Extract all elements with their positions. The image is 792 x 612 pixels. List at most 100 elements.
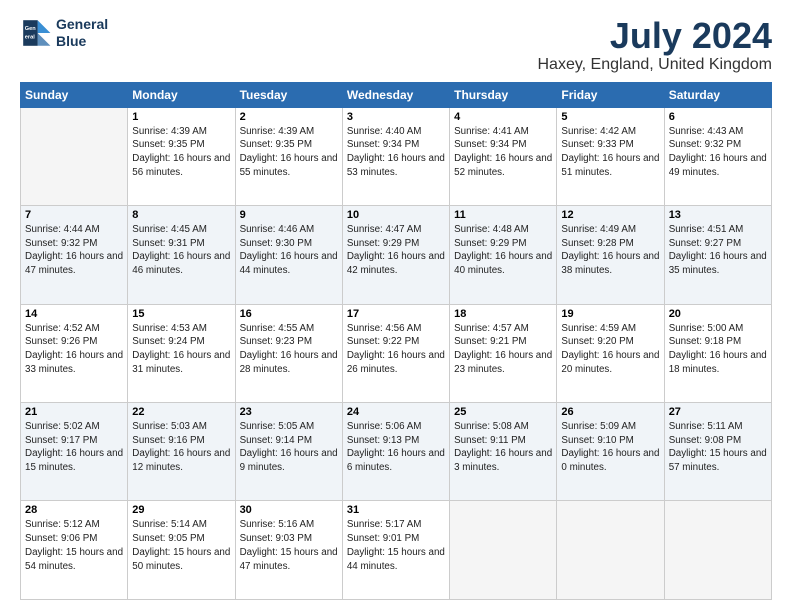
calendar-cell: 31Sunrise: 5:17 AMSunset: 9:01 PMDayligh… [342, 501, 449, 600]
day-info: Sunrise: 4:57 AMSunset: 9:21 PMDaylight:… [454, 322, 552, 377]
day-number: 11 [454, 209, 552, 221]
day-of-week-header: Wednesday [342, 82, 449, 107]
calendar-cell: 18 Sunrise: 4:57 AMSunset: 9:21 PMDayligh… [450, 304, 557, 402]
calendar-week-row: 14 Sunrise: 4:52 AMSunset: 9:26 PMDayligh… [21, 304, 772, 402]
calendar-cell: 28 Sunrise: 5:12 AMSunset: 9:06 PMDayligh… [21, 501, 128, 600]
calendar-cell [557, 501, 664, 600]
day-info: Sunrise: 4:51 AMSunset: 9:27 PMDaylight:… [669, 223, 767, 278]
day-info: Sunrise: 4:39 AMSunset: 9:35 PMDaylight:… [240, 125, 338, 180]
calendar-cell: 12 Sunrise: 4:49 AMSunset: 9:28 PMDayligh… [557, 206, 664, 304]
calendar-cell: 23 Sunrise: 5:05 AMSunset: 9:14 PMDayligh… [235, 403, 342, 501]
day-number: 15 [132, 308, 230, 320]
calendar-cell: 20 Sunrise: 5:00 AMSunset: 9:18 PMDayligh… [664, 304, 771, 402]
calendar-cell: 5 Sunrise: 4:42 AMSunset: 9:33 PMDaylight… [557, 107, 664, 205]
day-number: 13 [669, 209, 767, 221]
logo-text: General Blue [56, 16, 108, 50]
day-number: 25 [454, 406, 552, 418]
calendar-cell: 25 Sunrise: 5:08 AMSunset: 9:11 PMDayligh… [450, 403, 557, 501]
day-number: 20 [669, 308, 767, 320]
calendar-cell: 3Sunrise: 4:40 AMSunset: 9:34 PMDaylight… [342, 107, 449, 205]
day-number: 21 [25, 406, 123, 418]
day-number: 8 [132, 209, 230, 221]
logo: Gen eral General Blue [20, 16, 108, 50]
day-number: 12 [561, 209, 659, 221]
day-number: 24 [347, 406, 445, 418]
day-info: Sunrise: 5:14 AMSunset: 9:05 PMDaylight:… [132, 518, 230, 573]
day-number: 22 [132, 406, 230, 418]
day-of-week-header: Monday [128, 82, 235, 107]
day-of-week-header: Saturday [664, 82, 771, 107]
calendar-cell: 6 Sunrise: 4:43 AMSunset: 9:32 PMDaylight… [664, 107, 771, 205]
calendar-cell: 21 Sunrise: 5:02 AMSunset: 9:17 PMDayligh… [21, 403, 128, 501]
title-block: July 2024 Haxey, England, United Kingdom [537, 16, 772, 74]
day-of-week-header: Tuesday [235, 82, 342, 107]
day-number: 18 [454, 308, 552, 320]
calendar-cell [450, 501, 557, 600]
calendar-cell: 1 Sunrise: 4:39 AMSunset: 9:35 PMDaylight… [128, 107, 235, 205]
day-of-week-header: Friday [557, 82, 664, 107]
day-number: 28 [25, 504, 123, 516]
calendar-week-row: 28 Sunrise: 5:12 AMSunset: 9:06 PMDayligh… [21, 501, 772, 600]
calendar-cell: 2Sunrise: 4:39 AMSunset: 9:35 PMDaylight… [235, 107, 342, 205]
day-number: 29 [132, 504, 230, 516]
day-info: Sunrise: 5:12 AMSunset: 9:06 PMDaylight:… [25, 518, 123, 573]
day-number: 7 [25, 209, 123, 221]
calendar-cell: 17Sunrise: 4:56 AMSunset: 9:22 PMDayligh… [342, 304, 449, 402]
location: Haxey, England, United Kingdom [537, 56, 772, 74]
calendar-cell: 10 Sunrise: 4:47 AMSunset: 9:29 PMDayligh… [342, 206, 449, 304]
calendar-cell: 29 Sunrise: 5:14 AMSunset: 9:05 PMDayligh… [128, 501, 235, 600]
calendar-cell: 15 Sunrise: 4:53 AMSunset: 9:24 PMDayligh… [128, 304, 235, 402]
day-info: Sunrise: 4:40 AMSunset: 9:34 PMDaylight:… [347, 125, 445, 180]
day-info: Sunrise: 5:03 AMSunset: 9:16 PMDaylight:… [132, 420, 230, 475]
day-info: Sunrise: 4:53 AMSunset: 9:24 PMDaylight:… [132, 322, 230, 377]
day-number: 17 [347, 308, 445, 320]
day-number: 6 [669, 111, 767, 123]
calendar-cell: 22 Sunrise: 5:03 AMSunset: 9:16 PMDayligh… [128, 403, 235, 501]
day-info: Sunrise: 4:43 AMSunset: 9:32 PMDaylight:… [669, 125, 767, 180]
day-info: Sunrise: 4:47 AMSunset: 9:29 PMDaylight:… [347, 223, 445, 278]
day-number: 10 [347, 209, 445, 221]
calendar-cell: 19Sunrise: 4:59 AMSunset: 9:20 PMDayligh… [557, 304, 664, 402]
calendar-table: SundayMondayTuesdayWednesdayThursdayFrid… [20, 82, 772, 600]
day-info: Sunrise: 4:46 AMSunset: 9:30 PMDaylight:… [240, 223, 338, 278]
day-info: Sunrise: 5:02 AMSunset: 9:17 PMDaylight:… [25, 420, 123, 475]
day-info: Sunrise: 4:41 AMSunset: 9:34 PMDaylight:… [454, 125, 552, 180]
day-number: 23 [240, 406, 338, 418]
calendar-cell: 11 Sunrise: 4:48 AMSunset: 9:29 PMDayligh… [450, 206, 557, 304]
day-info: Sunrise: 5:00 AMSunset: 9:18 PMDaylight:… [669, 322, 767, 377]
day-number: 9 [240, 209, 338, 221]
day-number: 31 [347, 504, 445, 516]
calendar-cell: 8Sunrise: 4:45 AMSunset: 9:31 PMDaylight… [128, 206, 235, 304]
calendar-cell: 26 Sunrise: 5:09 AMSunset: 9:10 PMDayligh… [557, 403, 664, 501]
day-info: Sunrise: 4:55 AMSunset: 9:23 PMDaylight:… [240, 322, 338, 377]
day-info: Sunrise: 4:42 AMSunset: 9:33 PMDaylight:… [561, 125, 659, 180]
day-number: 5 [561, 111, 659, 123]
day-info: Sunrise: 4:52 AMSunset: 9:26 PMDaylight:… [25, 322, 123, 377]
svg-text:Gen: Gen [25, 26, 36, 32]
day-of-week-header: Sunday [21, 82, 128, 107]
calendar-cell: 24 Sunrise: 5:06 AMSunset: 9:13 PMDayligh… [342, 403, 449, 501]
day-info: Sunrise: 5:08 AMSunset: 9:11 PMDaylight:… [454, 420, 552, 475]
day-info: Sunrise: 4:48 AMSunset: 9:29 PMDaylight:… [454, 223, 552, 278]
calendar-cell: 30Sunrise: 5:16 AMSunset: 9:03 PMDayligh… [235, 501, 342, 600]
day-info: Sunrise: 4:59 AMSunset: 9:20 PMDaylight:… [561, 322, 659, 377]
day-info: Sunrise: 5:06 AMSunset: 9:13 PMDaylight:… [347, 420, 445, 475]
day-info: Sunrise: 4:49 AMSunset: 9:28 PMDaylight:… [561, 223, 659, 278]
calendar-cell: 13 Sunrise: 4:51 AMSunset: 9:27 PMDayligh… [664, 206, 771, 304]
calendar-week-row: 7 Sunrise: 4:44 AMSunset: 9:32 PMDaylight… [21, 206, 772, 304]
day-info: Sunrise: 5:05 AMSunset: 9:14 PMDaylight:… [240, 420, 338, 475]
day-number: 27 [669, 406, 767, 418]
day-number: 16 [240, 308, 338, 320]
calendar-cell [664, 501, 771, 600]
calendar-cell: 9 Sunrise: 4:46 AMSunset: 9:30 PMDaylight… [235, 206, 342, 304]
day-info: Sunrise: 5:09 AMSunset: 9:10 PMDaylight:… [561, 420, 659, 475]
day-number: 1 [132, 111, 230, 123]
day-number: 14 [25, 308, 123, 320]
month-title: July 2024 [537, 16, 772, 56]
day-number: 4 [454, 111, 552, 123]
day-info: Sunrise: 4:39 AMSunset: 9:35 PMDaylight:… [132, 125, 230, 180]
day-number: 26 [561, 406, 659, 418]
calendar-header-row: SundayMondayTuesdayWednesdayThursdayFrid… [21, 82, 772, 107]
page: Gen eral General Blue July 2024 Haxey, E… [0, 0, 792, 612]
day-info: Sunrise: 4:44 AMSunset: 9:32 PMDaylight:… [25, 223, 123, 278]
